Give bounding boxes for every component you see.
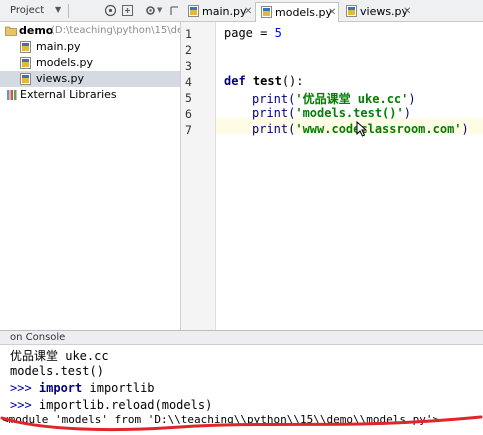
line-number: 7 <box>185 123 192 137</box>
line-number: 6 <box>185 107 192 121</box>
project-view-selector[interactable]: Project ▼ <box>0 0 66 21</box>
tree-external-libraries[interactable]: External Libraries <box>0 87 180 103</box>
tab-label: views.py <box>360 5 409 18</box>
line-number: 5 <box>185 91 192 105</box>
toolbar: Project ▼ ▼ main.py ✕ models.py ✕ views.… <box>0 0 483 22</box>
tab-main-py[interactable]: main.py ✕ <box>183 2 253 22</box>
close-icon[interactable]: ✕ <box>244 6 252 17</box>
code-line-6: print('models.test()') <box>252 106 411 120</box>
console-title: on Console <box>10 332 66 343</box>
gear-icon[interactable] <box>144 4 157 17</box>
target-icon[interactable] <box>104 4 117 17</box>
code-editor[interactable]: page = 5 def test(): print('优品课堂 uke.cc'… <box>216 22 483 330</box>
project-tree: demo (D:\teaching\python\15\demo main.py… <box>0 22 181 330</box>
tab-views-py[interactable]: views.py ✕ <box>341 2 416 22</box>
chevron-down-icon: ▼ <box>55 5 62 14</box>
tree-item-label: views.py <box>36 72 85 85</box>
tab-label: main.py <box>202 5 247 18</box>
line-number: 1 <box>185 27 192 41</box>
python-file-icon <box>20 73 31 85</box>
tree-item-label: models.py <box>36 56 93 69</box>
tree-item-label: External Libraries <box>20 88 117 101</box>
tab-label: models.py <box>275 6 332 19</box>
close-icon[interactable]: ✕ <box>328 7 336 18</box>
mouse-pointer-icon <box>356 121 367 137</box>
python-file-icon <box>20 57 31 69</box>
project-selector-label: Project <box>10 5 45 16</box>
code-line-5: print('优品课堂 uke.cc') <box>252 92 416 106</box>
line-number: 4 <box>185 75 192 89</box>
tree-root-demo[interactable]: demo (D:\teaching\python\15\demo <box>0 23 180 39</box>
library-icon <box>7 90 17 100</box>
tree-root-path: (D:\teaching\python\15\demo <box>51 25 180 36</box>
tree-item-label: main.py <box>36 40 81 53</box>
close-icon[interactable]: ✕ <box>403 6 411 17</box>
folder-icon <box>5 26 17 36</box>
tree-item-main-py[interactable]: main.py <box>0 39 180 55</box>
tree-item-models-py[interactable]: models.py <box>0 55 180 71</box>
tree-root-name: demo <box>19 24 54 37</box>
console-input-line: >>> import importlib <box>10 381 155 395</box>
console-output-line: models.test() <box>10 364 104 378</box>
toolbar-divider <box>68 4 69 18</box>
hide-icon[interactable] <box>168 4 181 17</box>
python-file-icon <box>261 6 272 18</box>
settings-icon[interactable] <box>121 4 134 17</box>
python-console-header[interactable]: on Console <box>0 330 483 345</box>
python-file-icon <box>188 5 199 17</box>
tree-item-views-py[interactable]: views.py <box>0 71 180 87</box>
code-line-1: page = 5 <box>224 26 282 40</box>
python-file-icon <box>20 41 31 53</box>
code-line-4: def test(): <box>224 74 304 88</box>
python-file-icon <box>346 5 357 17</box>
line-number: 3 <box>185 59 192 73</box>
annotation-underline <box>0 415 483 432</box>
tab-models-py[interactable]: models.py ✕ <box>255 2 339 22</box>
line-number-gutter: 1 2 3 4 5 6 7 <box>181 22 216 330</box>
chevron-down-icon: ▼ <box>157 6 163 14</box>
console-output-line: 优品课堂 uke.cc <box>10 349 109 363</box>
line-number: 2 <box>185 43 192 57</box>
